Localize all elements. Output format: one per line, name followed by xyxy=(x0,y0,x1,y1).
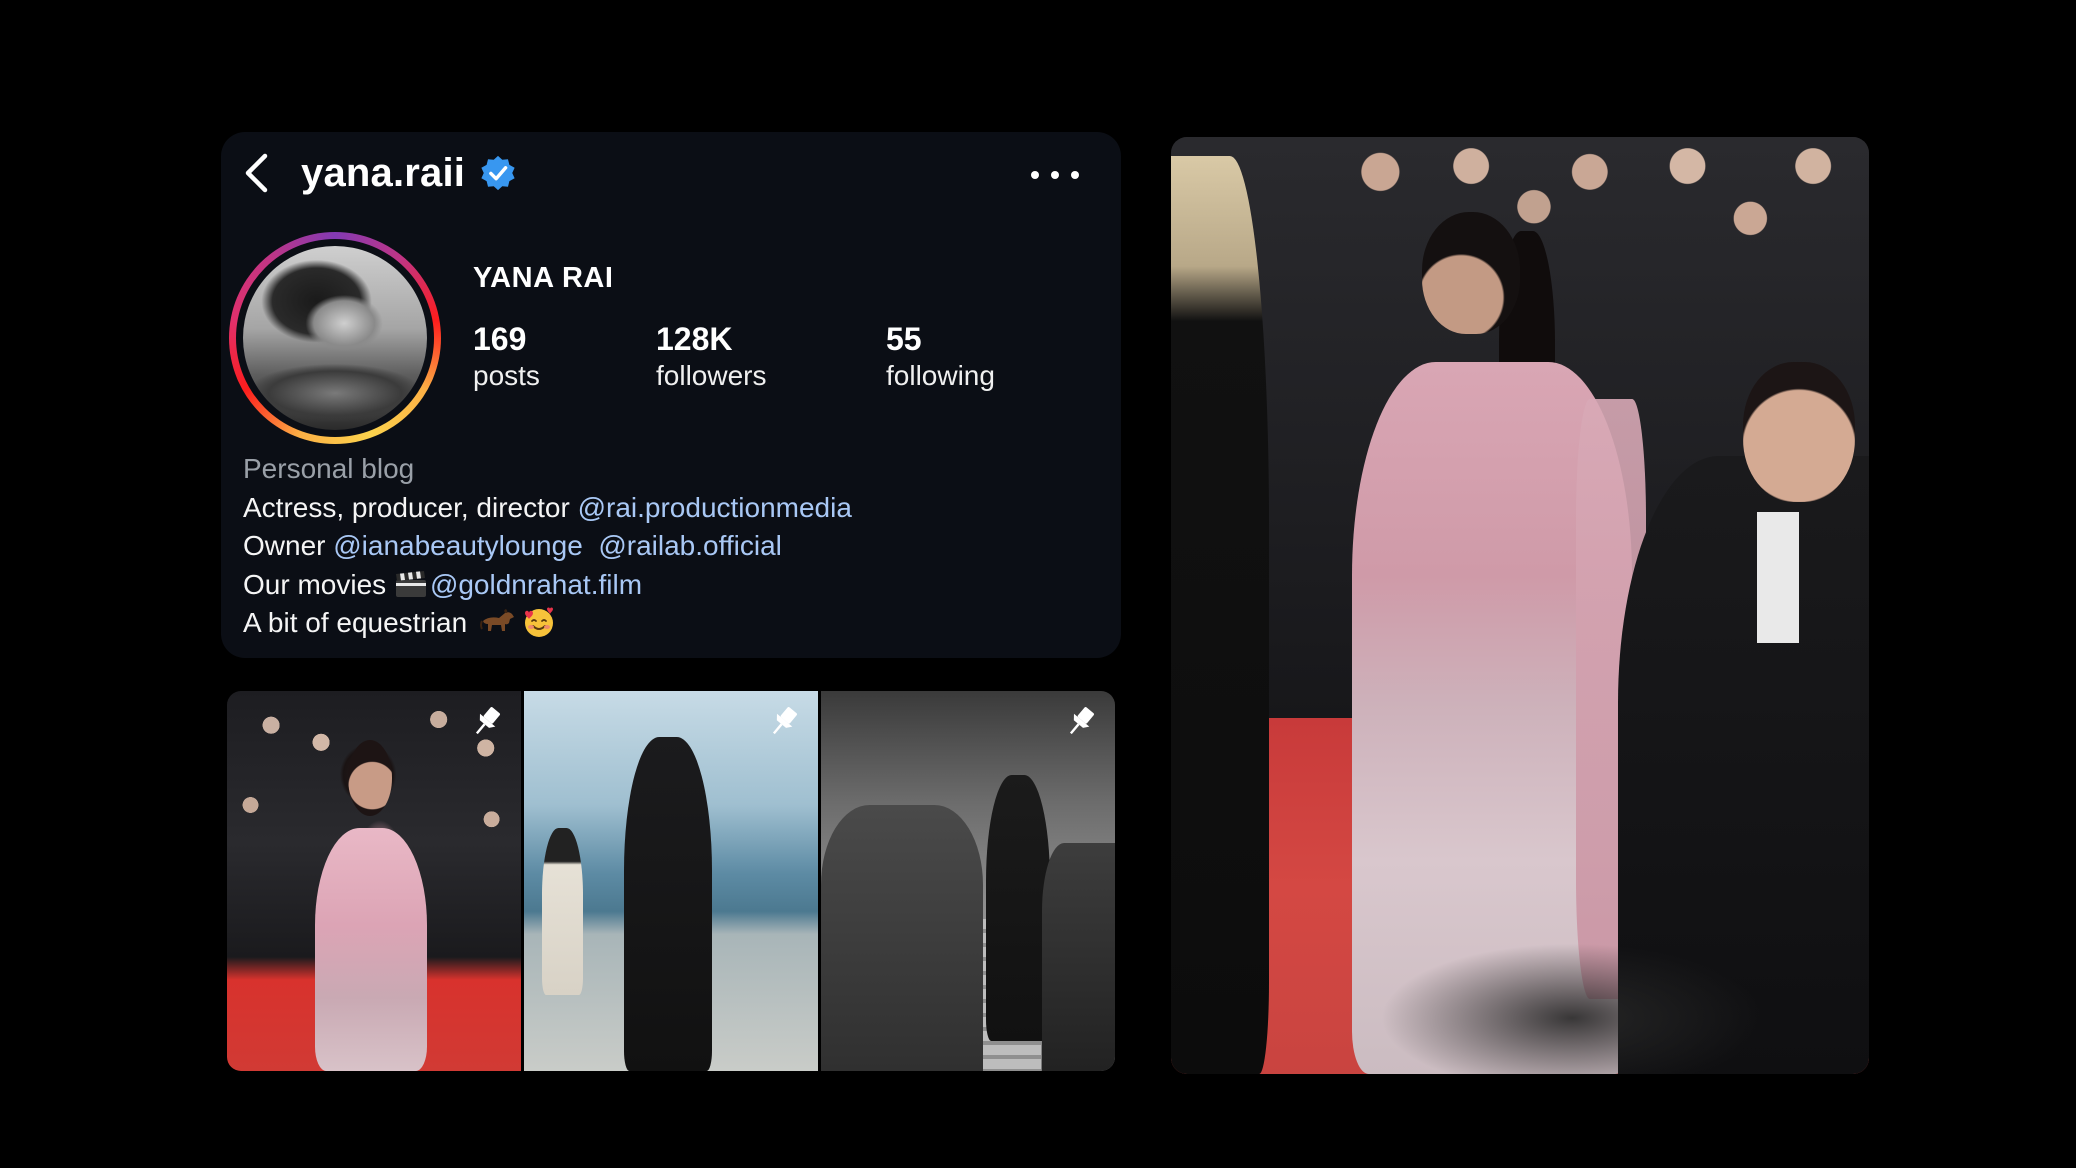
photo-photographer xyxy=(821,805,983,1071)
more-dot-icon xyxy=(1051,171,1059,179)
photo-backdrop-figure xyxy=(541,827,583,995)
photo-pink-dress xyxy=(315,827,427,1071)
photo-woman-head xyxy=(1422,211,1520,334)
bio-line-4: A bit of equestrian xyxy=(243,604,852,643)
stat-following-value: 55 xyxy=(886,321,922,357)
stat-posts-value: 169 xyxy=(473,321,527,357)
stat-posts[interactable]: 169 posts xyxy=(473,320,540,394)
photo-woman-walking xyxy=(985,774,1051,1041)
photo-bystander xyxy=(1041,843,1115,1071)
profile-bio: Personal blog Actress, producer, directo… xyxy=(243,450,852,643)
bio-line-2-text: Owner xyxy=(243,530,334,561)
more-dot-icon xyxy=(1031,171,1039,179)
post-tile-black-dress[interactable] xyxy=(524,691,818,1071)
pin-icon xyxy=(772,707,797,735)
bio-line-1-text: Actress, producer, director xyxy=(243,491,578,523)
photo-white-shirt xyxy=(1757,511,1800,643)
stat-following[interactable]: 55 following xyxy=(886,320,995,394)
profile-card: yana.raii YANA RAI 169 posts 128K follow… xyxy=(221,132,1121,658)
photo-woman-head xyxy=(347,740,392,817)
avatar xyxy=(243,246,427,430)
bio-link-ianabeautylounge[interactable]: @ianabeautylounge xyxy=(333,530,583,561)
pin-icon xyxy=(475,707,500,735)
bio-link-goldnrahat-film[interactable]: @goldnrahat.film xyxy=(430,569,642,600)
clapper-board-emoji-icon xyxy=(395,570,426,597)
stat-followers-value: 128K xyxy=(656,321,733,357)
pin-icon xyxy=(1069,707,1094,735)
stat-posts-label: posts xyxy=(473,360,540,391)
bio-line-4-text: A bit of equestrian xyxy=(243,607,475,638)
bio-category: Personal blog xyxy=(243,453,415,484)
back-button[interactable] xyxy=(233,150,279,196)
photo-woman-black-dress xyxy=(623,736,713,1071)
post-tile-black-and-white[interactable] xyxy=(821,691,1115,1071)
more-dot-icon xyxy=(1071,171,1079,179)
display-name: YANA RAI xyxy=(473,262,614,294)
bio-link-railab-official[interactable]: @railab.official xyxy=(598,530,782,561)
profile-username: yana.raii xyxy=(301,151,466,195)
photo-man-head xyxy=(1743,361,1856,503)
stat-followers[interactable]: 128K followers xyxy=(656,320,766,394)
more-options-button[interactable] xyxy=(1031,160,1079,190)
post-tile-red-carpet[interactable] xyxy=(227,691,521,1071)
chevron-left-icon xyxy=(245,153,268,193)
stat-followers-label: followers xyxy=(656,360,767,391)
profile-avatar-story-ring[interactable] xyxy=(229,232,441,444)
avatar-gap xyxy=(236,239,434,437)
featured-photo-red-carpet xyxy=(1171,137,1869,1074)
smiling-face-with-hearts-emoji-icon xyxy=(524,607,553,637)
bio-line-1: Actress, producer, director @rai.product… xyxy=(243,489,852,528)
pinned-posts-grid xyxy=(227,691,1115,1071)
verified-badge-icon xyxy=(481,155,515,191)
bio-line-3-text: Our movies xyxy=(243,568,394,600)
bio-line-2: Owner @ianabeautylounge @railab.official xyxy=(243,527,852,566)
profile-header: yana.raii xyxy=(221,132,1121,212)
stat-following-label: following xyxy=(886,360,995,391)
photo-blonde-woman xyxy=(1171,155,1269,1074)
horse-emoji-icon xyxy=(479,609,514,631)
bio-line-3: Our movies @goldnrahat.film xyxy=(243,566,852,605)
bio-link-rai-productionmedia[interactable]: @rai.productionmedia xyxy=(578,492,852,523)
